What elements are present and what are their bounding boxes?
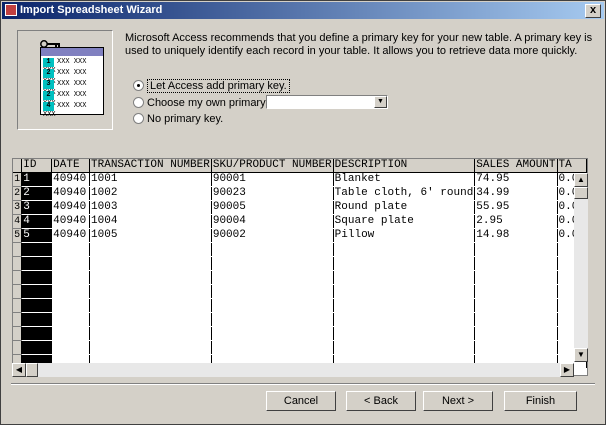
empty-row [13,326,587,341]
cell: 74.95 [474,172,558,187]
radio-let-access[interactable] [133,80,144,91]
scroll-left-icon[interactable]: ◀ [12,363,26,377]
radio-choose-own[interactable] [133,97,144,108]
col-header-transaction-number[interactable]: TRANSACTION NUMBER [89,159,212,173]
col-header-id[interactable]: ID [21,159,53,173]
row-number: 1 [13,172,23,187]
cell: 5 [21,228,53,243]
title-bar[interactable]: Import Spreadsheet Wizard x [2,2,604,19]
cell: 90005 [211,200,334,215]
illus-row: 2XXX XXX XXX [43,91,101,108]
table-row: 2 2 40940 1002 90023 Table cloth, 6' rou… [13,186,587,201]
next-button[interactable]: Next > [423,391,493,411]
primary-key-illustration: 1XXX XXX XXX 2XXX XXX XXX 3XXX XXX XXX 2… [17,30,113,130]
table-row: 1 1 40940 1001 90001 Blanket 74.95 0.0 [13,172,587,187]
row-number: 5 [13,228,23,243]
cell: 40940 [51,200,91,215]
cell: 2 [21,186,53,201]
cell: 1004 [89,214,212,229]
close-button[interactable]: x [585,4,601,18]
cell: 90023 [211,186,334,201]
cell: 1002 [89,186,212,201]
empty-row [13,340,587,355]
table-row: 3 3 40940 1003 90005 Round plate 55.95 0… [13,200,587,215]
access-app-icon [5,4,17,16]
back-button[interactable]: < Back [346,391,416,411]
option-choose-own[interactable]: Choose my own primary key. [133,96,288,110]
finish-button[interactable]: Finish [504,391,577,411]
cell: 1003 [89,200,212,215]
col-header-date[interactable]: DATE [51,159,91,173]
illus-row: 3XXX XXX XXX [43,80,101,97]
col-header-sku[interactable]: SKU/PRODUCT NUMBER [211,159,334,173]
cell: Pillow [333,228,476,243]
wizard-window: Import Spreadsheet Wizard x 1XXX XXX XXX… [0,0,606,425]
vertical-scroll-thumb[interactable] [574,187,588,199]
option-let-access[interactable]: Let Access add primary key. [133,79,290,93]
cell: Blanket [333,172,476,187]
cell: 40940 [51,186,91,201]
table-row: 5 5 40940 1005 90002 Pillow 14.98 0.0 [13,228,587,243]
scroll-right-icon[interactable]: ▶ [560,363,574,377]
cell: 1005 [89,228,212,243]
spreadsheet-header [41,48,103,56]
window-title: Import Spreadsheet Wizard [20,4,163,16]
empty-row [13,312,587,327]
option-let-access-label: Let Access add primary key. [147,79,290,93]
scroll-up-icon[interactable]: ▲ [574,173,588,187]
empty-row [13,242,587,257]
spreadsheet-icon: 1XXX XXX XXX 2XXX XXX XXX 3XXX XXX XXX 2… [40,47,104,119]
illus-row: 4 XXX XXX XXX [43,102,87,119]
table-row: 4 4 40940 1004 90004 Square plate 2.95 0… [13,214,587,229]
button-separator [11,383,595,385]
grid-header-row: ID DATE TRANSACTION NUMBER SKU/PRODUCT N… [13,159,587,173]
corner-cell [13,159,23,173]
col-header-tax[interactable]: TA [557,159,587,173]
empty-row [13,284,587,299]
cell: 40940 [51,214,91,229]
cell: 40940 [51,172,91,187]
chevron-down-icon[interactable]: ▼ [374,96,387,108]
cell: Round plate [333,200,476,215]
cell: 2.95 [474,214,558,229]
cell: 90002 [211,228,334,243]
option-no-key[interactable]: No primary key. [133,112,223,126]
description-text: Microsoft Access recommends that you def… [125,32,593,57]
cell: 1001 [89,172,212,187]
cell: 1 [21,172,53,187]
cancel-button[interactable]: Cancel [266,391,336,411]
col-header-sales-amount[interactable]: SALES AMOUNT [474,159,558,173]
radio-no-key[interactable] [133,113,144,124]
empty-row [13,270,587,285]
row-number: 2 [13,186,23,201]
empty-row [13,298,587,313]
cell: 14.98 [474,228,558,243]
col-header-description[interactable]: DESCRIPTION [333,159,476,173]
horizontal-scroll-thumb[interactable] [26,363,38,377]
cell: 3 [21,200,53,215]
row-number: 3 [13,200,23,215]
cell: 90004 [211,214,334,229]
cell: 34.99 [474,186,558,201]
scroll-down-icon[interactable]: ▼ [574,348,588,362]
data-preview-grid[interactable]: ID DATE TRANSACTION NUMBER SKU/PRODUCT N… [12,158,588,376]
cell: 55.95 [474,200,558,215]
primary-key-combo[interactable]: ▼ [266,95,388,109]
illus-row: 2XXX XXX XXX [43,69,101,86]
cell: Square plate [333,214,476,229]
cell: 4 [21,214,53,229]
empty-row [13,256,587,271]
option-no-key-label: No primary key. [147,113,224,125]
row-number: 4 [13,214,23,229]
cell: Table cloth, 6' round [333,186,476,201]
cell: 90001 [211,172,334,187]
illus-row: 1XXX XXX XXX [43,58,101,75]
horizontal-scrollbar[interactable]: ◀ ▶ [12,363,574,377]
cell: 40940 [51,228,91,243]
vertical-scrollbar[interactable]: ▲ ▼ [574,173,588,362]
